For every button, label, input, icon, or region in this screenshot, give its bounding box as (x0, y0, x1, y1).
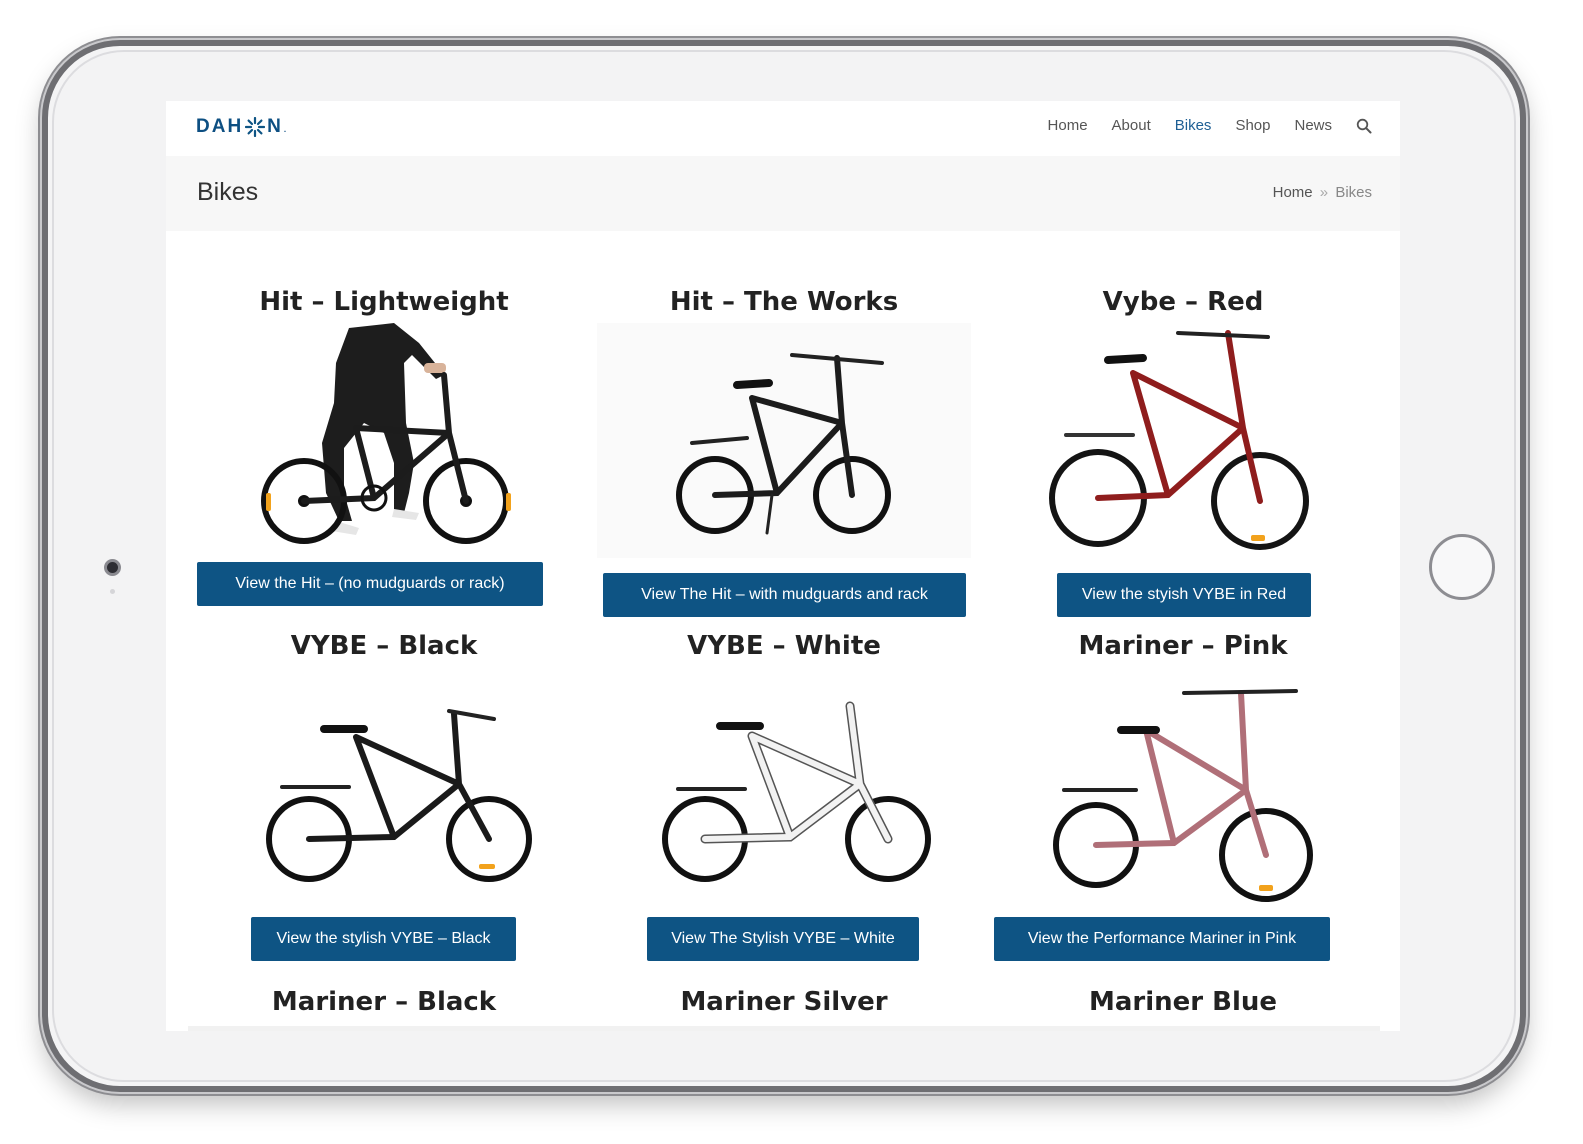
breadcrumb: Home » Bikes (1273, 184, 1372, 201)
product-title-mariner-black[interactable]: Mariner – Black (272, 987, 496, 1017)
main-nav: Home About Bikes Shop News (1024, 117, 1372, 134)
bike-image-hit-works[interactable] (597, 323, 971, 558)
bike-image-vybe-black[interactable] (264, 699, 536, 889)
product-title-vybe-black[interactable]: VYBE – Black (291, 631, 478, 661)
logo-text-left: DAH (196, 116, 244, 137)
nav-shop[interactable]: Shop (1235, 117, 1270, 134)
dahon-logo[interactable]: DAH N · (196, 116, 289, 138)
nav-about[interactable]: About (1112, 117, 1151, 134)
page-title-bar: Bikes Home » Bikes (166, 156, 1400, 231)
nav-bikes[interactable]: Bikes (1175, 117, 1212, 134)
bike-image-hit-lightweight[interactable] (244, 323, 534, 563)
sensor-dot (110, 589, 115, 594)
home-button[interactable] (1429, 534, 1495, 600)
product-title-vybe-red[interactable]: Vybe – Red (1103, 287, 1264, 317)
row-divider (188, 1026, 1380, 1031)
product-title-vybe-white[interactable]: VYBE – White (687, 631, 881, 661)
logo-text-right: N (267, 116, 283, 137)
camera-icon (104, 559, 121, 576)
logo-wheel-icon (245, 117, 266, 137)
nav-home[interactable]: Home (1048, 117, 1088, 134)
bike-frame (662, 701, 931, 882)
site-header: DAH N · Home About Bikes Shop News (166, 101, 1400, 156)
view-hit-lightweight-button[interactable]: View the Hit – (no mudguards or rack) (197, 562, 543, 606)
bike-image-vybe-white[interactable] (660, 694, 936, 894)
product-title-mariner-silver[interactable]: Mariner Silver (680, 987, 887, 1017)
product-title-hit-works[interactable]: Hit – The Works (670, 287, 898, 317)
bike-frame (1049, 330, 1309, 550)
breadcrumb-current: Bikes (1335, 184, 1372, 201)
search-icon[interactable] (1356, 118, 1372, 134)
view-hit-works-button[interactable]: View The Hit – with mudguards and rack (603, 573, 966, 617)
bike-frame (266, 709, 532, 882)
view-mariner-pink-button[interactable]: View the Performance Mariner in Pink (994, 917, 1330, 961)
product-title-mariner-pink[interactable]: Mariner – Pink (1079, 631, 1288, 661)
browser-screen: DAH N · Home About Bikes Shop News Bikes… (166, 101, 1400, 1031)
view-vybe-red-button[interactable]: View the styish VYBE in Red (1057, 573, 1311, 617)
product-title-hit-lightweight[interactable]: Hit – Lightweight (259, 287, 508, 317)
breadcrumb-separator: » (1319, 184, 1329, 201)
breadcrumb-home[interactable]: Home (1273, 184, 1313, 201)
logo-mark-dot: · (283, 127, 289, 136)
product-title-mariner-blue[interactable]: Mariner Blue (1089, 987, 1277, 1017)
view-vybe-white-button[interactable]: View The Stylish VYBE – White (647, 917, 919, 961)
nav-news[interactable]: News (1294, 117, 1332, 134)
bike-image-vybe-red[interactable] (1038, 323, 1328, 568)
bike-frame (1053, 689, 1313, 902)
page-title: Bikes (197, 178, 259, 206)
bike-image-mariner-pink[interactable] (1046, 685, 1316, 910)
view-vybe-black-button[interactable]: View the stylish VYBE – Black (251, 917, 516, 961)
